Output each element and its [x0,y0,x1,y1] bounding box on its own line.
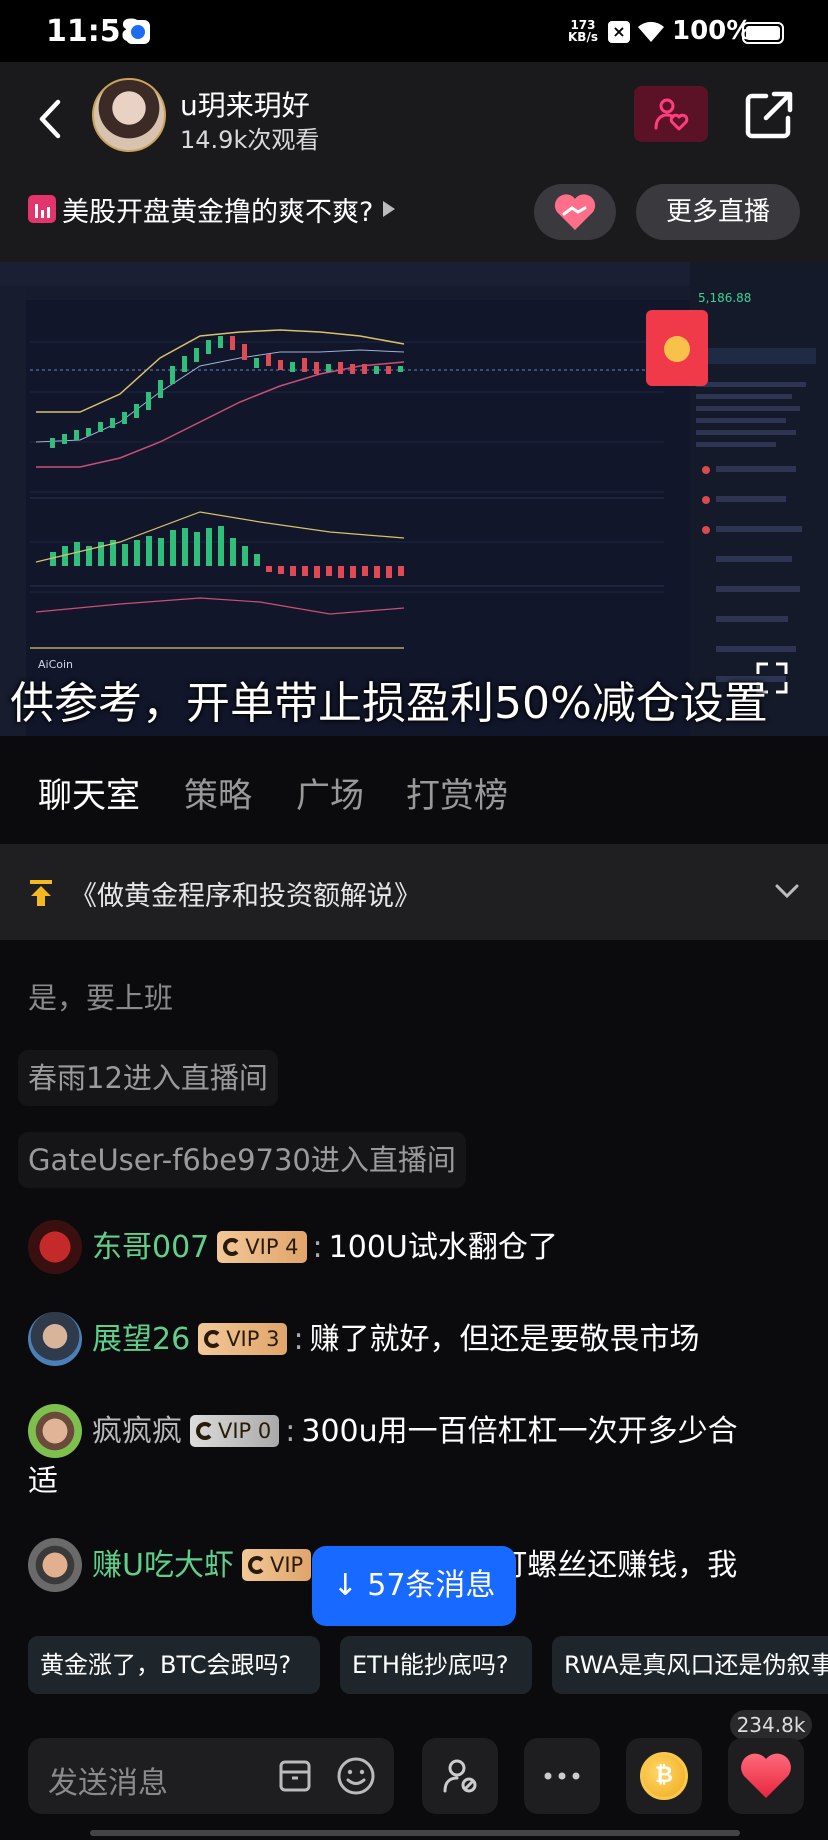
pinned-message[interactable]: 《做黄金程序和投资额解说》 [0,844,828,940]
network-speed-unit: KB/s [568,30,598,44]
vip-logo-icon [247,1555,266,1574]
vip-badge: VIP [241,1548,312,1581]
likes-count: 234.8k [730,1710,812,1740]
network-speed: 173 KB/s [568,19,598,43]
emoji-icon[interactable] [336,1756,376,1796]
colon: : [285,1414,296,1449]
vip-badge: VIP 3 [198,1322,288,1355]
host-name[interactable]: u玥来玥好 [180,84,310,124]
chat-system-message: 是，要上班 [28,981,174,1015]
chat-message[interactable]: 东哥007 VIP 4:100U试水翻仓了 [28,1220,808,1280]
chat-message-line: 疯疯疯 VIP 0:300u用一百倍杠杠一次开多少合 [92,1408,808,1456]
chat-system-message: GateUser-f6be9730进入直播间 [18,1132,466,1188]
live-header: u玥来玥好 14.9k次观看 美股开盘黄金撸的爽不爽? 更多直播 [0,62,828,262]
vip-level: VIP [269,1552,304,1577]
chat-username[interactable]: 东哥007 [92,1230,209,1265]
more-live-button[interactable]: 更多直播 [636,184,800,240]
message-input-placeholder: 发送消息 [48,1766,168,1801]
colon: : [312,1230,323,1265]
chat-list[interactable]: 是，要上班 春雨12进入直播间 GateUser-f6be9730进入直播间 东… [0,940,828,1604]
chat-text: 赚了就好，但还是要敬畏市场 [309,1322,700,1357]
quick-reply-chip[interactable]: RWA是真风口还是伪叙事 [552,1636,828,1694]
chat-username[interactable]: 疯疯疯 [92,1414,182,1449]
tab-strategy[interactable]: 策略 [184,768,252,817]
quick-replies: 黄金涨了，BTC会跟吗? ETH能抄底吗? RWA是真风口还是伪叙事 [0,1636,828,1694]
topic-title: 美股开盘黄金撸的爽不爽? [62,196,374,228]
battery-icon [742,22,784,44]
follow-heart-user-icon [654,98,689,131]
more-dots-icon [544,1772,580,1780]
vip-logo-icon [196,1421,214,1440]
chat-message[interactable]: 展望26 VIP 3: 赚了就好，但还是要敬畏市场 [28,1312,808,1372]
chevron-down-icon[interactable] [774,882,800,900]
vip-logo-icon [223,1237,242,1256]
notification-app-icon [126,20,150,44]
box-icon[interactable] [278,1758,312,1794]
chat-text-continuation: 适 [28,1464,58,1499]
live-video[interactable]: AiCoin 5,186.88 供参考，开单带止损盈利50%减仓设置 [0,262,828,736]
more-button[interactable] [524,1738,600,1814]
chart-brand: AiCoin [38,658,73,671]
no-sim-icon: × [608,21,630,43]
user-settings-icon [443,1759,477,1793]
vip-level: VIP 3 [226,1326,280,1351]
topic-bars-icon [28,195,56,223]
share-button[interactable] [742,88,796,142]
follow-button[interactable] [634,86,708,142]
live-topic[interactable]: 美股开盘黄金撸的爽不爽? [28,184,396,234]
back-button[interactable] [30,94,70,144]
chat-text: 300u用一百倍杠杠一次开多少合 [301,1414,738,1449]
chat-message-line: 东哥007 VIP 4:100U试水翻仓了 [92,1224,808,1272]
pin-top-icon [30,880,52,906]
quick-reply-chip[interactable]: ETH能抄底吗? [340,1636,532,1694]
heart-icon [741,1753,791,1798]
user-avatar[interactable] [28,1538,82,1592]
live-subtitle: 供参考，开单带止损盈利50%减仓设置 [10,678,768,729]
host-avatar[interactable] [92,78,166,152]
vip-logo-icon [204,1329,223,1348]
vip-badge: VIP 4 [217,1230,307,1263]
chat-username[interactable]: 赚U吃大虾 [92,1548,234,1583]
vip-level: VIP 0 [218,1418,272,1443]
chat-message-line: 展望26 VIP 3: 赚了就好，但还是要敬畏市场 [92,1316,808,1364]
quick-reply-chip[interactable]: 黄金涨了，BTC会跟吗? [28,1636,320,1694]
vip-level: VIP 4 [245,1234,299,1259]
red-envelope-button[interactable] [646,310,708,386]
view-count: 14.9k次观看 [180,126,320,154]
chat-system-message: 春雨12进入直播间 [18,1050,278,1106]
message-input[interactable]: 发送消息 [28,1738,394,1814]
chat-text: 100U试水翻仓了 [328,1230,558,1265]
user-avatar[interactable] [28,1404,82,1458]
home-indicator [90,1830,740,1836]
coin-icon: ₿ [640,1752,688,1800]
wifi-icon [638,21,664,42]
chat-message[interactable]: 疯疯疯 VIP 0:300u用一百倍杠杠一次开多少合 适 [28,1404,808,1504]
user-manage-button[interactable] [422,1738,498,1814]
colon: : [293,1322,304,1357]
coin-gift-button[interactable]: ₿ [626,1738,702,1814]
chat-username[interactable]: 展望26 [92,1322,190,1357]
status-bar: 11:58 173 KB/s × 100% [0,0,828,62]
gift-button[interactable] [534,184,616,240]
heart-handshake-icon [554,194,596,230]
vip-badge: VIP 0 [190,1414,280,1447]
tab-square[interactable]: 广场 [296,768,364,817]
like-button[interactable] [728,1738,804,1814]
battery-percent: 100% [672,16,753,46]
room-tabs: 聊天室 策略 广场 打赏榜 [0,740,828,844]
user-avatar[interactable] [28,1312,82,1366]
tab-chat-room[interactable]: 聊天室 [38,768,140,817]
chart-price: 5,186.88 [698,291,751,305]
tab-tip-ranking[interactable]: 打赏榜 [406,768,508,817]
new-messages-button[interactable]: ↓ 57条消息 [312,1546,516,1626]
play-arrow-icon [383,201,396,217]
pinned-text: 《做黄金程序和投资额解说》 [70,881,421,912]
user-avatar[interactable] [28,1220,82,1274]
